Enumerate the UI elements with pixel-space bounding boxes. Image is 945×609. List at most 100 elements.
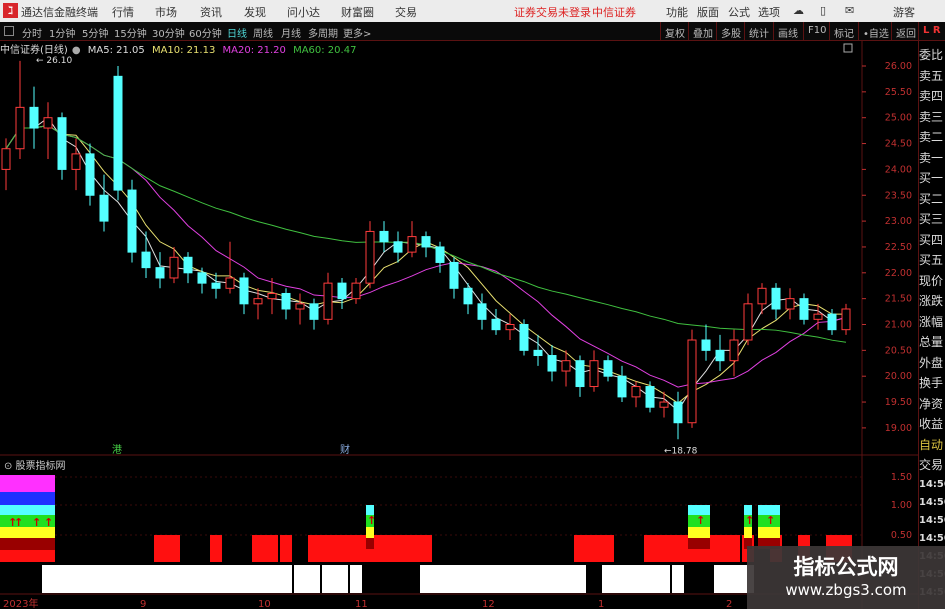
panel-item[interactable]: 自动 bbox=[919, 435, 945, 456]
panel-item[interactable]: 14:50 bbox=[919, 512, 945, 530]
candle-body bbox=[295, 303, 305, 310]
adjust-button[interactable]: 复权 bbox=[660, 22, 689, 41]
back-button[interactable]: 返回 bbox=[891, 22, 920, 41]
candle-body bbox=[57, 117, 67, 170]
period-tab[interactable]: 5分钟 bbox=[82, 25, 108, 40]
candle-body bbox=[477, 303, 487, 320]
user-label[interactable]: 游客 bbox=[893, 4, 915, 20]
settings-icon[interactable]: ● bbox=[72, 45, 81, 56]
panel-item[interactable]: 14:50 bbox=[919, 476, 945, 494]
panel-item[interactable]: 卖三 bbox=[919, 107, 945, 128]
panel-item[interactable]: 卖五 bbox=[919, 66, 945, 87]
stats-button[interactable]: 统计 bbox=[744, 22, 773, 41]
period-tab[interactable]: 30分钟 bbox=[152, 25, 185, 40]
menu-options[interactable]: 选项 bbox=[758, 4, 780, 20]
candle-body bbox=[547, 355, 557, 372]
mark-button[interactable]: 标记 bbox=[829, 22, 858, 41]
message-icon[interactable]: ✉ bbox=[845, 4, 854, 17]
panel-item[interactable]: 交易 bbox=[919, 455, 945, 476]
candle-body bbox=[435, 246, 445, 263]
panel-item[interactable]: 买四 bbox=[919, 230, 945, 251]
panel-item[interactable]: 涨幅 bbox=[919, 312, 945, 333]
phone-icon[interactable]: ▯ bbox=[820, 4, 826, 17]
menu-layout[interactable]: 版面 bbox=[697, 4, 719, 20]
overlay-button[interactable]: 叠加 bbox=[688, 22, 717, 41]
x-axis-label: 2023年 bbox=[3, 597, 38, 609]
buy-signal-block bbox=[366, 538, 374, 549]
panel-item[interactable]: 14:50 bbox=[919, 530, 945, 548]
y-tick-label: 21.50 bbox=[885, 294, 912, 305]
red-signal-bar bbox=[154, 535, 180, 562]
red-signal-bar bbox=[210, 535, 222, 562]
menu-news[interactable]: 资讯 bbox=[200, 4, 222, 20]
buy-signal-block bbox=[688, 538, 710, 549]
menu-discover[interactable]: 发现 bbox=[244, 4, 266, 20]
y-tick-label: 20.50 bbox=[885, 345, 912, 356]
period-tab-active[interactable]: 日线 bbox=[227, 25, 247, 40]
panel-item[interactable]: 卖二 bbox=[919, 127, 945, 148]
period-tab[interactable]: 1分钟 bbox=[49, 25, 75, 40]
legend-band bbox=[0, 550, 55, 562]
ma60-value: MA60: 20.47 bbox=[293, 45, 357, 56]
panel-item[interactable]: 收益 bbox=[919, 414, 945, 435]
panel-item[interactable]: 14:50 bbox=[919, 494, 945, 512]
menu-wealth[interactable]: 财富圈 bbox=[341, 4, 374, 20]
stock-title[interactable]: 中信证券(日线) bbox=[0, 45, 68, 56]
panel-item[interactable]: 买五 bbox=[919, 250, 945, 271]
candle-body bbox=[617, 375, 627, 398]
panel-item[interactable]: 买三 bbox=[919, 209, 945, 230]
ma10-value: MA10: 21.13 bbox=[151, 45, 216, 56]
menu-function[interactable]: 功能 bbox=[666, 4, 688, 20]
up-arrow-icon: ↑ bbox=[367, 514, 376, 527]
panel-item[interactable]: 现价 bbox=[919, 271, 945, 292]
multi-stock-button[interactable]: 多股 bbox=[716, 22, 745, 41]
lr-toggle[interactable]: L R bbox=[918, 22, 945, 41]
panel-item[interactable]: 卖四 bbox=[919, 86, 945, 107]
menu-quotes[interactable]: 行情 bbox=[112, 4, 134, 20]
menu-formula[interactable]: 公式 bbox=[728, 4, 750, 20]
panel-item[interactable]: 净资 bbox=[919, 394, 945, 415]
up-arrow-icon: ↑ bbox=[44, 516, 53, 529]
candle-body bbox=[127, 189, 137, 253]
candle-body bbox=[673, 401, 683, 424]
candle-body bbox=[85, 153, 95, 196]
menu-trade[interactable]: 交易 bbox=[395, 4, 417, 20]
event-marker: 财 bbox=[340, 443, 350, 456]
panel-item[interactable]: 委比 bbox=[919, 45, 945, 66]
login-status[interactable]: 证券交易未登录 bbox=[514, 4, 591, 20]
panel-item[interactable]: 买一 bbox=[919, 168, 945, 189]
period-tab[interactable]: 15分钟 bbox=[114, 25, 147, 40]
panel-item[interactable]: 换手 bbox=[919, 373, 945, 394]
menu-market[interactable]: 市场 bbox=[155, 4, 177, 20]
period-tab[interactable]: 多周期 bbox=[308, 25, 338, 40]
panel-item[interactable]: 外盘 bbox=[919, 353, 945, 374]
candle-body bbox=[813, 313, 823, 320]
panel-item[interactable]: 卖一 bbox=[919, 148, 945, 169]
panel-item[interactable]: 总量 bbox=[919, 332, 945, 353]
panel-item[interactable]: 涨跌 bbox=[919, 291, 945, 312]
window-icon[interactable] bbox=[4, 26, 14, 36]
period-tab[interactable]: 周线 bbox=[253, 25, 273, 40]
skin-icon[interactable]: ☁ bbox=[793, 4, 804, 17]
more-periods[interactable]: 更多> bbox=[343, 25, 371, 40]
candle-body bbox=[225, 277, 235, 289]
candle-body bbox=[757, 287, 767, 305]
event-marker: 港 bbox=[112, 444, 122, 456]
draw-button[interactable]: 画线 bbox=[773, 22, 802, 41]
period-tab[interactable]: 月线 bbox=[281, 25, 301, 40]
red-signal-bar bbox=[574, 535, 614, 562]
candle-body bbox=[533, 349, 543, 357]
x-axis-label: 12 bbox=[482, 599, 495, 609]
period-tab[interactable]: 60分钟 bbox=[189, 25, 222, 40]
f10-button[interactable]: F10 bbox=[803, 22, 830, 41]
candle-body bbox=[631, 386, 641, 398]
candle-body bbox=[239, 277, 249, 305]
menu-ask[interactable]: 问小达 bbox=[287, 4, 320, 20]
panel-item[interactable]: 买二 bbox=[919, 189, 945, 210]
buy-signal-block bbox=[744, 527, 752, 538]
buy-signal-block bbox=[758, 527, 780, 538]
period-tab[interactable]: 分时 bbox=[22, 25, 42, 40]
candle-body bbox=[701, 339, 711, 351]
legend-band bbox=[0, 475, 55, 492]
watchlist-button[interactable]: •自选 bbox=[858, 22, 893, 41]
